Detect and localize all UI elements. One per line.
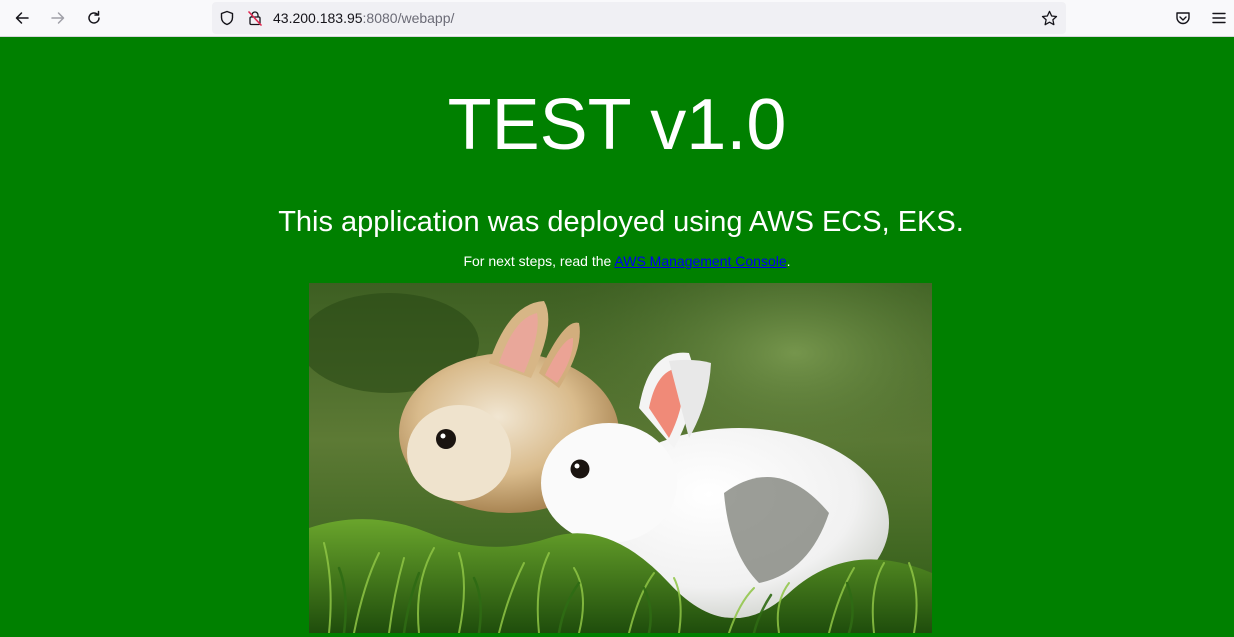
next-steps-text: For next steps, read the AWS Management … xyxy=(0,252,1234,270)
back-button[interactable] xyxy=(9,6,35,30)
app-menu-button[interactable] xyxy=(1208,7,1230,29)
page-content: TEST v1.0 This application was deployed … xyxy=(0,37,1234,637)
bunnies-photo xyxy=(309,283,932,633)
bunnies-illustration xyxy=(309,283,932,633)
aws-console-link[interactable]: AWS Management Console xyxy=(614,253,786,269)
bookmark-button[interactable] xyxy=(1040,9,1058,27)
star-icon xyxy=(1041,10,1057,25)
shield-icon xyxy=(220,10,234,26)
url-host: 43.200.183.95 xyxy=(273,10,363,26)
next-steps-prefix: For next steps, read the xyxy=(463,253,615,269)
browser-toolbar: 43.200.183.95:8080/webapp/ xyxy=(0,0,1234,37)
deployment-subtitle: This application was deployed using AWS … xyxy=(278,206,964,238)
pocket-icon xyxy=(1176,12,1190,25)
reload-icon xyxy=(88,10,100,24)
next-steps-suffix: . xyxy=(786,253,791,269)
hamburger-menu-icon xyxy=(1212,12,1226,24)
connection-info-button[interactable] xyxy=(246,9,264,27)
back-arrow-icon xyxy=(15,12,29,24)
reload-button[interactable] xyxy=(81,6,107,30)
page-title: TEST v1.0 xyxy=(447,85,787,165)
forward-arrow-icon xyxy=(51,12,65,24)
url-path: :8080/webapp/ xyxy=(362,10,455,26)
url-bar[interactable]: 43.200.183.95:8080/webapp/ xyxy=(212,2,1066,34)
insecure-lock-icon xyxy=(248,11,262,26)
url-text[interactable]: 43.200.183.95:8080/webapp/ xyxy=(273,10,454,26)
tracking-protection-button[interactable] xyxy=(218,9,236,27)
pocket-button[interactable] xyxy=(1172,7,1194,29)
forward-button[interactable] xyxy=(45,6,71,30)
